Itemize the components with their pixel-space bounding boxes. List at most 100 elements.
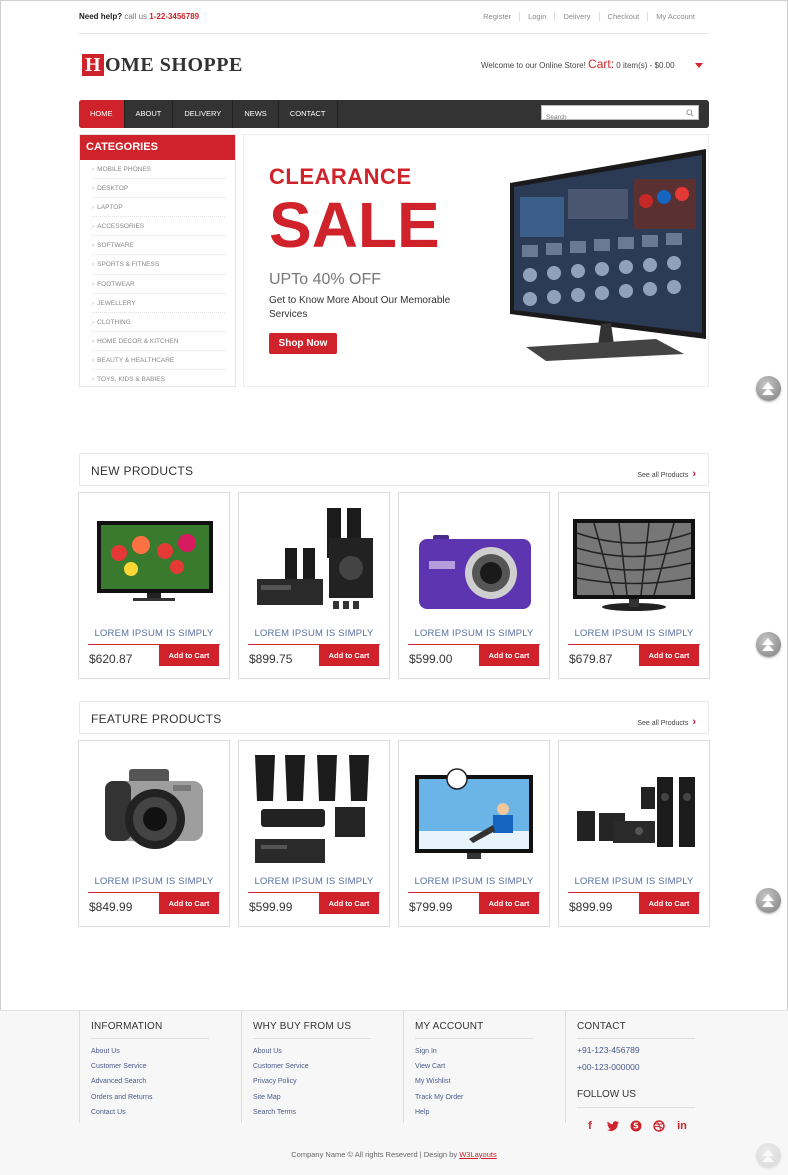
site-footer: INFORMATION About Us Customer Service Ad…: [0, 1010, 788, 1175]
nav-contact[interactable]: CONTACT: [279, 100, 338, 128]
product-name[interactable]: LOREM IPSUM IS SIMPLY: [399, 876, 549, 887]
footer-divider: [577, 1107, 695, 1108]
category-laptop[interactable]: LAPTOP: [92, 198, 225, 218]
product-price: $849.99: [89, 900, 133, 914]
category-mobile-phones[interactable]: MOBILE PHONES: [92, 160, 225, 180]
footer-link[interactable]: Customer Service: [91, 1063, 152, 1078]
footer-link[interactable]: Advanced Search: [91, 1078, 152, 1093]
product-card[interactable]: LOREM IPSUM IS SIMPLY $599.99 Add to Car…: [238, 740, 390, 927]
product-price: $599.00: [409, 652, 453, 666]
nav-home[interactable]: HOME: [79, 100, 125, 128]
feature-products-see-all[interactable]: See all Products: [637, 716, 696, 728]
add-to-cart-button[interactable]: Add to Cart: [159, 893, 219, 914]
purple-camera-icon: [419, 535, 531, 609]
product-name[interactable]: LOREM IPSUM IS SIMPLY: [559, 628, 709, 639]
tv-dome-icon: [573, 519, 695, 611]
add-to-cart-button[interactable]: Add to Cart: [319, 645, 379, 666]
scroll-up-icon[interactable]: [756, 888, 781, 913]
banner-clearance: CLEARANCE: [269, 164, 412, 189]
site-logo[interactable]: H OME SHOPPE: [82, 54, 243, 76]
footer-divider: [415, 1038, 533, 1039]
skype-icon[interactable]: S: [629, 1119, 643, 1133]
tv-football-icon: [415, 768, 533, 859]
nav-delivery[interactable]: DELIVERY: [173, 100, 234, 128]
footer-link[interactable]: View Cart: [415, 1063, 463, 1078]
categories-title: CATEGORIES: [80, 135, 235, 160]
dslr-camera-icon: [105, 769, 203, 849]
category-beauty[interactable]: BEAUTY & HEALTHCARE: [92, 351, 225, 371]
footer-link[interactable]: Customer Service: [253, 1063, 309, 1078]
footer-link[interactable]: About Us: [91, 1048, 152, 1063]
product-name[interactable]: LOREM IPSUM IS SIMPLY: [79, 628, 229, 639]
add-to-cart-button[interactable]: Add to Cart: [479, 645, 539, 666]
category-toys[interactable]: TOYS, KIDS & BABIES: [92, 370, 225, 389]
category-clothing[interactable]: CLOTHING: [92, 313, 225, 332]
product-name[interactable]: LOREM IPSUM IS SIMPLY: [399, 628, 549, 639]
cart-summary[interactable]: 0 item(s) - $0.00: [616, 61, 674, 70]
product-card[interactable]: LOREM IPSUM IS SIMPLY $899.99 Add to Car…: [558, 740, 710, 927]
product-name[interactable]: LOREM IPSUM IS SIMPLY: [239, 628, 389, 639]
category-footwear[interactable]: FOOTWEAR: [92, 275, 225, 294]
tv-flowers-icon: [97, 521, 213, 601]
product-name[interactable]: LOREM IPSUM IS SIMPLY: [239, 876, 389, 887]
footer-link[interactable]: Track My Order: [415, 1094, 463, 1109]
footer-link[interactable]: Sign In: [415, 1048, 463, 1063]
product-card[interactable]: LOREM IPSUM IS SIMPLY $679.87 Add to Car…: [558, 492, 710, 679]
feature-products-title: FEATURE PRODUCTS: [91, 712, 222, 726]
my-account-link[interactable]: My Account: [647, 12, 703, 21]
add-to-cart-button[interactable]: Add to Cart: [319, 893, 379, 914]
category-home-decor[interactable]: HOME DECOR & KITCHEN: [92, 332, 225, 351]
product-card[interactable]: LOREM IPSUM IS SIMPLY $620.87 Add to Car…: [78, 492, 230, 679]
add-to-cart-button[interactable]: Add to Cart: [479, 893, 539, 914]
footer-link[interactable]: Site Map: [253, 1094, 309, 1109]
designer-link[interactable]: W3Layouts: [459, 1150, 497, 1159]
register-link[interactable]: Register: [475, 12, 519, 21]
footer-link[interactable]: Search Terms: [253, 1109, 309, 1124]
facebook-icon[interactable]: f: [583, 1119, 597, 1133]
category-software[interactable]: SOFTWARE: [92, 236, 225, 256]
shop-now-button[interactable]: Shop Now: [269, 333, 337, 354]
product-card[interactable]: LOREM IPSUM IS SIMPLY $899.75 Add to Car…: [238, 492, 390, 679]
category-desktop[interactable]: DESKTOP: [92, 179, 225, 199]
product-card[interactable]: LOREM IPSUM IS SIMPLY $849.99 Add to Car…: [78, 740, 230, 927]
category-accessories[interactable]: ACCESSORIES: [92, 217, 225, 237]
product-card[interactable]: LOREM IPSUM IS SIMPLY $799.99 Add to Car…: [398, 740, 550, 927]
linkedin-icon[interactable]: in: [675, 1119, 689, 1133]
footer-divider: [253, 1038, 371, 1039]
call-us-label: call us: [124, 12, 148, 21]
cart-dropdown-icon[interactable]: [694, 63, 703, 69]
scroll-up-icon[interactable]: [756, 632, 781, 657]
cart-label[interactable]: Cart:: [588, 57, 614, 71]
product-name[interactable]: LOREM IPSUM IS SIMPLY: [559, 876, 709, 887]
dribbble-icon[interactable]: [652, 1119, 666, 1133]
category-sports-fitness[interactable]: SPORTS & FITNESS: [92, 255, 225, 275]
footer-link[interactable]: Contact Us: [91, 1109, 152, 1124]
footer-link[interactable]: Help: [415, 1109, 463, 1124]
delivery-link[interactable]: Delivery: [554, 12, 598, 21]
twitter-icon[interactable]: [606, 1119, 620, 1133]
category-jewellery[interactable]: JEWELLERY: [92, 294, 225, 313]
footer-link[interactable]: Orders and Returns: [91, 1094, 152, 1109]
footer-link[interactable]: About Us: [253, 1048, 309, 1063]
nav-news[interactable]: NEWS: [233, 100, 279, 128]
banner-sale: SALE: [269, 189, 440, 261]
footer-link[interactable]: Privacy Policy: [253, 1078, 309, 1093]
login-link[interactable]: Login: [519, 12, 554, 21]
search-icon[interactable]: [686, 109, 694, 117]
hero-banner: CLEARANCE SALE UPTo 40% OFF Get to Know …: [243, 134, 709, 387]
add-to-cart-button[interactable]: Add to Cart: [639, 893, 699, 914]
contact-phone: +91-123-456789: [577, 1045, 640, 1055]
new-products-see-all[interactable]: See all Products: [637, 468, 696, 480]
search-input[interactable]: [542, 111, 682, 124]
add-to-cart-button[interactable]: Add to Cart: [159, 645, 219, 666]
add-to-cart-button[interactable]: Add to Cart: [639, 645, 699, 666]
checkout-link[interactable]: Checkout: [598, 12, 648, 21]
footer-link[interactable]: My Wishlist: [415, 1078, 463, 1093]
product-card[interactable]: LOREM IPSUM IS SIMPLY $599.00 Add to Car…: [398, 492, 550, 679]
new-products-header: NEW PRODUCTS See all Products: [79, 453, 709, 486]
nav-about[interactable]: ABOUT: [125, 100, 174, 128]
product-name[interactable]: LOREM IPSUM IS SIMPLY: [79, 876, 229, 887]
scroll-up-icon[interactable]: [756, 1143, 781, 1168]
scroll-up-icon[interactable]: [756, 376, 781, 401]
product-price: $899.99: [569, 900, 613, 914]
